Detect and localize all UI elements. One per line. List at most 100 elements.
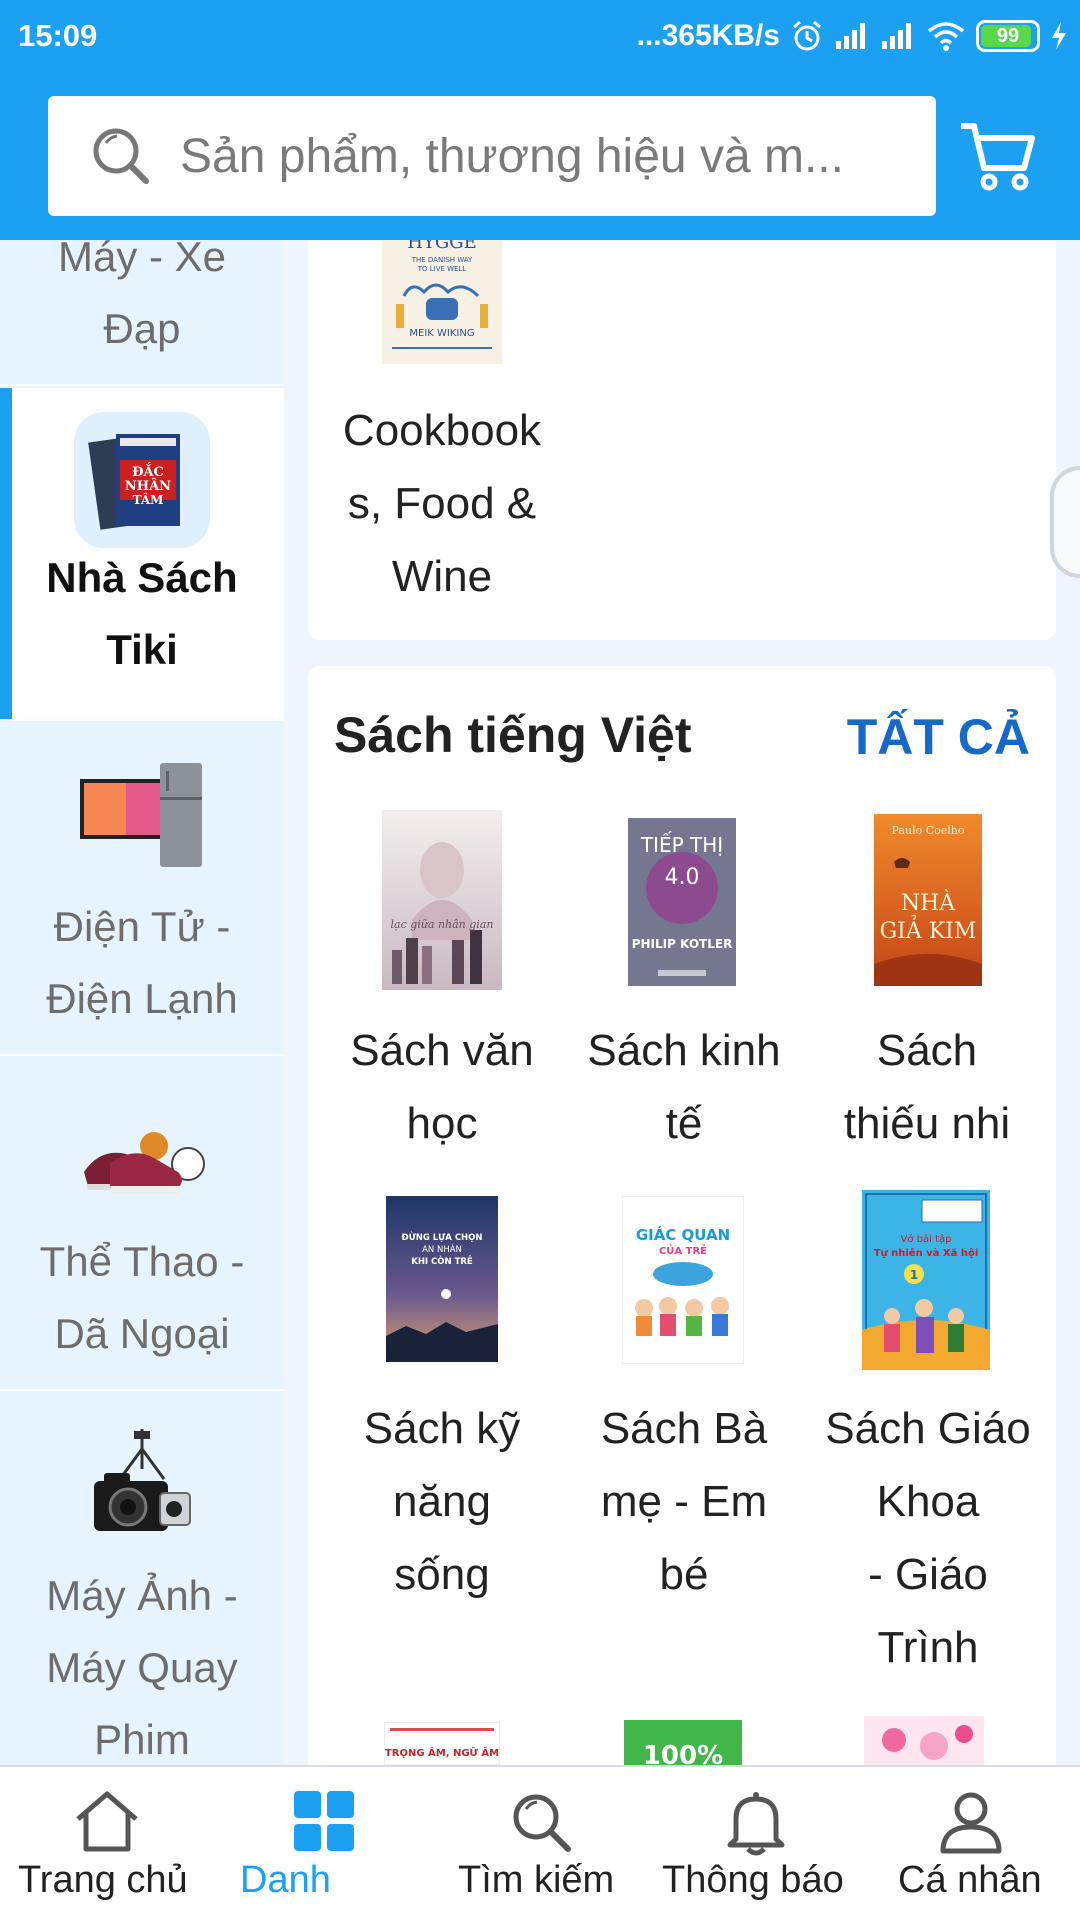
- svg-text:AN NHÀN: AN NHÀN: [422, 1243, 462, 1255]
- book-cover-life-skills: ĐỪNG LỰA CHỌN AN NHÀN KHI CÒN TRẺ: [386, 1196, 498, 1362]
- nav-home[interactable]: Trang chủ: [0, 1767, 216, 1920]
- book-cover-economics: TIẾP THỊ 4.0 PHILIP KOTLER: [628, 818, 736, 986]
- nav-profile[interactable]: Cá nhân: [864, 1767, 1080, 1920]
- charging-icon: [1052, 22, 1066, 50]
- see-all-link[interactable]: TẤT CẢ: [847, 708, 1030, 766]
- signal-icon: [882, 23, 911, 49]
- svg-text:TO LIVE WELL: TO LIVE WELL: [417, 265, 467, 273]
- sidebar-item-label: Điện Tử -: [53, 903, 231, 950]
- svg-text:NHÂN: NHÂN: [125, 478, 171, 494]
- item-label: năng: [393, 1477, 491, 1526]
- nav-label: Danh: [240, 1859, 331, 1901]
- bottom-navigation: Trang chủ Danh Tìm kiếm Thông báo Cá nhâ…: [0, 1765, 1080, 1920]
- search-icon: [513, 1794, 571, 1852]
- book-cover-children: Paulo Coelho NHÀ GIẢ KIM: [874, 814, 982, 986]
- svg-text:1: 1: [910, 1268, 918, 1282]
- svg-text:TIẾP THỊ: TIẾP THỊ: [640, 832, 723, 857]
- sidebar-item-electronics[interactable]: Điện Tử - Điện Lạnh: [0, 723, 284, 1056]
- sidebar-item-bookstore[interactable]: ĐẮC NHÂN TÂM Nhà Sách Tiki: [0, 388, 284, 721]
- item-label: bé: [659, 1550, 709, 1599]
- svg-text:KHI CÒN TRẺ: KHI CÒN TRẺ: [411, 1255, 473, 1267]
- book-cover-partial-1: TRỌNG ÂM, NGỮ ÂM: [384, 1722, 500, 1765]
- sidebar-item-label: Dã Ngoại: [54, 1310, 230, 1357]
- status-icons: ...365KB/s 99: [637, 16, 1068, 56]
- search-icon: [93, 128, 149, 184]
- bell-icon: [727, 1792, 785, 1856]
- book-cover-mother-baby: GIÁC QUAN CỦA TRẺ: [622, 1196, 744, 1364]
- nav-search[interactable]: Tìm kiếm: [432, 1767, 648, 1920]
- item-label: Sách kinh: [587, 1026, 781, 1075]
- item-label: Sách Giáo: [825, 1404, 1031, 1453]
- status-time: 15:09: [18, 18, 98, 53]
- sidebar-item-label: Tiki: [106, 626, 178, 673]
- tv-fridge-icon: [80, 763, 202, 867]
- svg-text:Vở bài tập: Vở bài tập: [901, 1233, 952, 1245]
- nav-categories[interactable]: Danh: [216, 1767, 432, 1920]
- item-label: tế: [665, 1099, 703, 1148]
- sidebar-item-label: Máy Quay: [46, 1644, 238, 1691]
- status-bar: 15:09 ...365KB/s 99: [0, 0, 1080, 72]
- section-title: Sách tiếng Việt: [334, 707, 692, 763]
- sidebar-item-label: Phim: [94, 1716, 190, 1763]
- book-cover-partial-3: [864, 1716, 984, 1765]
- active-pointer: [256, 506, 284, 562]
- alarm-icon: [793, 20, 821, 51]
- svg-text:ĐẮC: ĐẮC: [132, 462, 164, 480]
- item-label: Sách văn: [350, 1026, 534, 1075]
- item-label: Wine: [391, 552, 493, 601]
- book-cover-partial-2: 100%: [624, 1720, 742, 1765]
- sidebar-item-label: Đạp: [103, 305, 181, 352]
- wifi-icon: [927, 22, 965, 51]
- sidebar-item-sports[interactable]: Thể Thao - Dã Ngoại: [0, 1058, 284, 1391]
- sidebar-item-label: Thể Thao -: [39, 1238, 245, 1285]
- svg-text:lạc giữa nhân gian: lạc giữa nhân gian: [391, 918, 494, 931]
- battery-icon: 99: [976, 20, 1040, 52]
- network-speed: ...365KB/s: [636, 19, 780, 52]
- nav-label: Tìm kiếm: [458, 1859, 615, 1901]
- sidebar-item-label: Điện Lạnh: [46, 975, 238, 1022]
- item-label: - Giáo: [868, 1550, 988, 1599]
- nav-notifications[interactable]: Thông báo: [648, 1767, 864, 1920]
- battery-level: 99: [996, 24, 1020, 47]
- sidebar-item-camera[interactable]: Máy Ảnh - Máy Quay Phim: [0, 1393, 284, 1765]
- grid-icon: [294, 1791, 354, 1851]
- cart-icon[interactable]: [958, 118, 1038, 194]
- svg-text:TÂM: TÂM: [133, 492, 164, 507]
- item-label: Sách Bà: [600, 1404, 768, 1453]
- scroll-handle[interactable]: [1050, 466, 1080, 578]
- item-label: thiếu nhi: [843, 1099, 1011, 1148]
- svg-text:MEIK WIKING: MEIK WIKING: [409, 328, 474, 339]
- svg-text:ĐỪNG LỰA CHỌN: ĐỪNG LỰA CHỌN: [401, 1231, 482, 1243]
- svg-text:Tự nhiên và Xã hội: Tự nhiên và Xã hội: [874, 1247, 979, 1259]
- svg-text:100%: 100%: [643, 1741, 723, 1765]
- svg-text:GIẢ KIM: GIẢ KIM: [880, 914, 977, 944]
- item-label: s, Food &: [347, 479, 537, 528]
- book-icon: ĐẮC NHÂN TÂM: [74, 412, 210, 548]
- sidebar-item-label: Nhà Sách: [46, 554, 238, 601]
- sidebar-item-bicycle[interactable]: Máy - Xe Đạp: [0, 240, 284, 386]
- category-sidebar: Máy - Xe Đạp ĐẮC NHÂN TÂM Nhà Sách Tiki …: [0, 240, 284, 1765]
- svg-text:CỦA TRẺ: CỦA TRẺ: [659, 1243, 707, 1257]
- book-cover-hygge: HYGGE THE DANISH WAY TO LIVE WELL MEIK W…: [382, 226, 502, 364]
- sidebar-item-label: Máy Ảnh -: [46, 1572, 238, 1619]
- search-input[interactable]: Sản phẩm, thương hiệu và m...: [48, 96, 936, 216]
- svg-text:Paulo Coelho: Paulo Coelho: [892, 824, 965, 837]
- svg-text:PHILIP KOTLER: PHILIP KOTLER: [632, 937, 733, 951]
- svg-text:TRỌNG ÂM, NGỮ ÂM: TRỌNG ÂM, NGỮ ÂM: [385, 1746, 499, 1759]
- book-cover-literature: lạc giữa nhân gian: [382, 810, 502, 990]
- app-header: 15:09 ...365KB/s 99 Sản phẩm, thương hiệ…: [0, 0, 1080, 240]
- nav-label: Thông báo: [662, 1859, 844, 1901]
- camera-icon: [94, 1429, 191, 1531]
- book-cover-textbooks: Vở bài tập Tự nhiên và Xã hội 1: [862, 1190, 990, 1370]
- svg-text:GIÁC QUAN: GIÁC QUAN: [636, 1225, 730, 1244]
- home-icon: [76, 1791, 138, 1852]
- svg-text:THE DANISH WAY: THE DANISH WAY: [411, 256, 473, 264]
- sports-shoes-icon: [84, 1132, 205, 1194]
- item-label: Sách: [876, 1026, 978, 1075]
- svg-text:4.0: 4.0: [665, 865, 700, 890]
- sidebar-item-label: Máy - Xe: [57, 240, 227, 280]
- item-label: sống: [394, 1550, 490, 1599]
- nav-label: Trang chủ: [18, 1859, 188, 1901]
- svg-text:NHÀ: NHÀ: [901, 889, 956, 916]
- item-label: mẹ - Em: [600, 1477, 768, 1526]
